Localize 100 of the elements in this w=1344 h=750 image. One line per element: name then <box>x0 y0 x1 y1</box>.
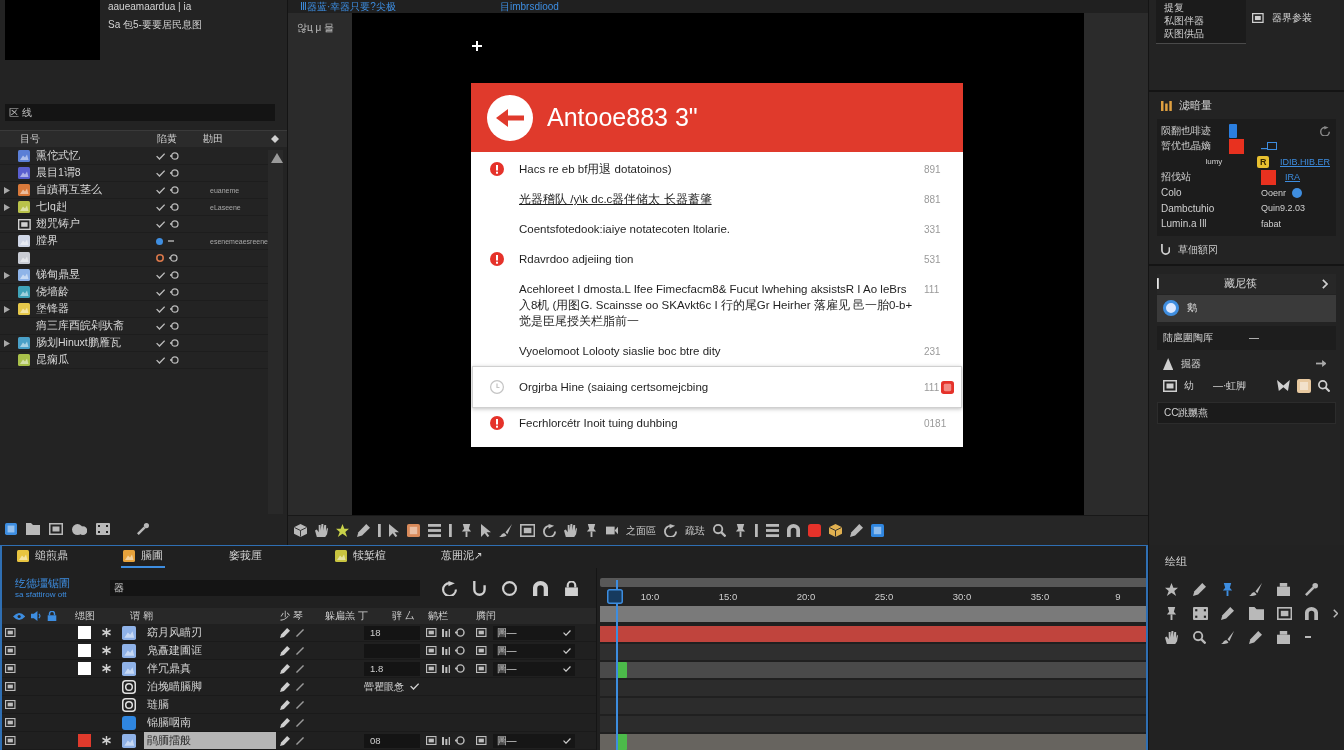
file-name[interactable]: 昆痫瓜 <box>36 353 69 367</box>
square-icon[interactable] <box>808 524 822 537</box>
loop-icon[interactable] <box>455 628 466 637</box>
search-field[interactable]: 器 <box>110 580 420 596</box>
file-name[interactable]: 自蹟再互茎么 <box>36 183 102 197</box>
chevron-icon[interactable] <box>1322 278 1328 289</box>
file-name[interactable]: 翅咒铸户 <box>36 217 80 231</box>
property-link[interactable]: IDIB.HIB.ER <box>1280 156 1330 167</box>
lock-icon[interactable] <box>47 611 58 621</box>
frame-icon[interactable] <box>5 664 16 673</box>
dice-icon[interactable] <box>1193 606 1209 620</box>
layer-name[interactable]: 泊堍瞄膈脚 <box>144 678 276 695</box>
property-link[interactable]: IRA <box>1285 172 1300 183</box>
layer-name[interactable]: 伴冗鼎真 <box>144 660 276 677</box>
recent-item[interactable]: 跃图供品 <box>1164 27 1246 40</box>
pin-icon[interactable] <box>1165 606 1178 620</box>
pen-icon[interactable] <box>357 524 370 537</box>
bars-icon[interactable] <box>441 646 451 655</box>
column-header[interactable]: 目号 <box>20 133 40 144</box>
loop-icon[interactable] <box>455 736 466 745</box>
message-row[interactable]: Acehloreet I dmosta.L Ifee Fimecfacm8& Fucut Iwhehing aksistsR I Ao leBrs 入8机 (用图G. Scainsse oo SKAvkt6c I 行的尾Gr Heirher 落雇见 邑一胎0-b+ 觉是臣尾授关栏脂前一 111 <box>473 274 961 336</box>
hand-icon[interactable] <box>1165 630 1178 644</box>
frame-icon[interactable] <box>476 628 487 637</box>
bowtie-icon[interactable] <box>1277 380 1290 391</box>
swatch-icon[interactable] <box>1229 123 1237 138</box>
frame-icon[interactable] <box>519 524 536 537</box>
box-icon[interactable] <box>1277 582 1290 596</box>
circular-arrow-icon[interactable] <box>442 580 457 596</box>
dice-icon[interactable] <box>96 523 111 535</box>
panel-item[interactable]: 陆扈圍陶厍 — <box>1157 325 1336 350</box>
dot-icon[interactable] <box>1292 187 1302 198</box>
swatch-icon[interactable] <box>78 734 91 747</box>
pen-icon[interactable] <box>280 735 290 746</box>
brush-icon[interactable] <box>498 524 512 537</box>
star-icon[interactable] <box>1165 582 1178 596</box>
layer-name[interactable]: 琏膈 <box>144 696 276 713</box>
triangle-icon[interactable] <box>4 203 10 211</box>
u-shape-icon[interactable] <box>473 580 486 596</box>
speaker-icon[interactable] <box>31 611 42 621</box>
hand-icon[interactable] <box>564 524 578 537</box>
loop-icon[interactable] <box>455 664 466 673</box>
parent-dropdown[interactable]: 圖— <box>492 625 575 640</box>
pen-icon[interactable] <box>280 645 290 656</box>
message-link[interactable]: 光器稽队 /y\k dc.c器伴储太 长器蓄肇 <box>519 191 712 207</box>
pen-icon[interactable] <box>280 717 290 728</box>
frame-icon[interactable] <box>476 646 487 655</box>
layer-bar[interactable] <box>600 662 1146 678</box>
triangle-icon[interactable] <box>4 271 10 279</box>
pen-icon[interactable] <box>280 699 290 710</box>
frame-icon[interactable] <box>426 628 437 637</box>
viewer-tab[interactable]: Ⅲ器蓝·幸器只要?尖极 <box>300 1 396 13</box>
layer-name[interactable]: 鹃胹擂般 <box>144 732 276 749</box>
message-row[interactable]: Coentsfotedook:iaiye notatecoten ltolarie. 331 <box>473 214 961 244</box>
lines-icon[interactable] <box>428 524 441 537</box>
tile-icon[interactable] <box>1297 378 1311 393</box>
message-row[interactable]: Rdavrdoo adjeiing tion 531 <box>473 244 961 274</box>
frame-icon[interactable] <box>5 628 16 637</box>
layer-name[interactable]: 凫矗建圃诓 <box>144 642 276 659</box>
cursor-icon[interactable] <box>388 524 399 537</box>
brush-icon[interactable] <box>1221 630 1234 644</box>
frame-icon[interactable] <box>476 736 487 745</box>
triangle-icon[interactable] <box>4 339 10 347</box>
message-row[interactable]: Vyoelomoot Lolooty siaslie boc btre dity 231 <box>473 336 961 366</box>
viewer-tab[interactable]: 目imbrsdiood <box>500 1 559 13</box>
message-row[interactable]: Hacs re eb bf用退 dotatoinos) 891 <box>473 154 961 184</box>
triangle-icon[interactable] <box>4 186 10 194</box>
circular-arrow-icon[interactable] <box>664 524 678 537</box>
wand-icon[interactable] <box>1305 582 1318 596</box>
message-row[interactable]: 光器稽队 /y\k dc.c器伴储太 长器蓄肇 881 <box>473 184 961 214</box>
frame-icon[interactable] <box>1163 379 1177 392</box>
panel-item[interactable]: 掘器 <box>1157 353 1336 374</box>
loop-icon[interactable] <box>455 646 466 655</box>
layer-name[interactable]: 窈月风瞄刃 <box>144 624 276 641</box>
swatch-icon[interactable] <box>1229 138 1244 154</box>
wand-icon[interactable] <box>137 523 150 535</box>
swatch-icon[interactable] <box>1261 169 1276 185</box>
arch-icon[interactable] <box>532 580 548 596</box>
recent-item[interactable]: 私图伴器 <box>1164 14 1246 27</box>
frame-icon[interactable] <box>5 646 16 655</box>
cloud-icon[interactable] <box>72 523 88 535</box>
message-row[interactable]: Fecrhlorcétr Inoit tuing duhbing 0181 <box>473 408 961 438</box>
diamond-icon[interactable] <box>271 135 279 143</box>
column-header[interactable]: 鹟栏 <box>428 609 448 623</box>
column-header[interactable]: 腾闬 <box>476 609 496 623</box>
bars-icon[interactable] <box>441 628 451 637</box>
pen-icon[interactable] <box>280 627 290 638</box>
frame-icon[interactable] <box>49 523 63 535</box>
text-field[interactable]: CC跳嬲燕 <box>1157 401 1336 424</box>
tile-icon[interactable] <box>407 524 420 537</box>
column-header[interactable]: 勘田 <box>203 133 223 144</box>
search-icon[interactable] <box>1193 630 1206 644</box>
tile-icon[interactable] <box>871 524 885 537</box>
pen-icon[interactable] <box>1221 606 1234 620</box>
column-header[interactable]: 陷黄 <box>157 133 177 144</box>
parent-dropdown[interactable]: 圖— <box>492 643 575 658</box>
timeline-tab[interactable]: 葸囲泥↗ <box>439 546 485 568</box>
search-field[interactable]: 区 线 <box>5 104 275 121</box>
file-name[interactable]: 七Iq赳 <box>36 200 67 214</box>
pen-icon[interactable] <box>280 681 290 692</box>
triangle-icon[interactable] <box>4 305 10 313</box>
